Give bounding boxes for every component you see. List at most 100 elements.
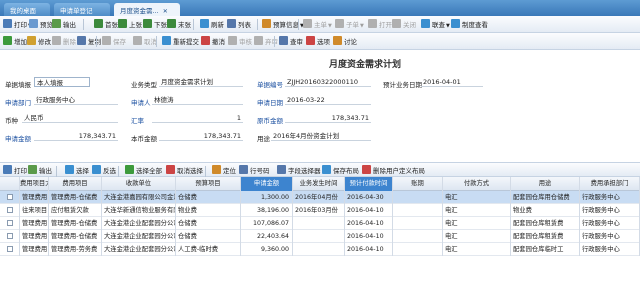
biztype-field[interactable]: 月度资金需求计划: [159, 77, 243, 87]
grid-select-all-button[interactable]: 选择全部: [125, 165, 162, 177]
toolbar-separator: [96, 36, 97, 47]
grid-export-button[interactable]: 输出: [28, 165, 52, 177]
grid-fields-button[interactable]: 字段选择器: [277, 165, 321, 177]
grid-print-button[interactable]: 打印: [3, 165, 27, 177]
column-header[interactable]: 费用承担部门: [580, 177, 640, 191]
refresh-button[interactable]: 刷新: [200, 19, 224, 31]
close-tab-icon[interactable]: ✕: [163, 8, 168, 15]
button-label: 预算信息: [273, 21, 299, 29]
unaudit-icon: [254, 36, 263, 45]
currency-field[interactable]: 人民币: [22, 113, 118, 123]
button-label: 行号码: [250, 167, 270, 175]
prev-button[interactable]: 上张: [118, 19, 142, 31]
toolbar-separator: [193, 19, 194, 30]
column-header[interactable]: 用途: [511, 177, 580, 191]
button-label: 修改: [38, 38, 51, 46]
origamt-field[interactable]: 178,343.71: [285, 113, 371, 123]
grid-rownum-button[interactable]: 行号码: [239, 165, 270, 177]
delete-button: 删除: [52, 36, 76, 48]
column-header[interactable]: 申请金额: [241, 177, 293, 191]
grid-locate-button[interactable]: 定位: [212, 165, 236, 177]
document-header-form: 月度资金需求计划 单据填报 本人填报 业务类型 月度资金需求计划 单据编号 ZJ…: [0, 51, 640, 161]
list-button[interactable]: 列表: [227, 19, 251, 31]
tab-application-register[interactable]: 申请单登记: [54, 3, 110, 16]
applicant-field[interactable]: 林德涛: [152, 95, 243, 105]
row-checkbox[interactable]: [6, 194, 13, 200]
row-checkbox[interactable]: [6, 246, 13, 252]
plandate-field[interactable]: 2016-04-01: [421, 77, 483, 87]
column-header[interactable]: 费用项目大类: [20, 177, 49, 191]
row-checkbox[interactable]: [6, 233, 13, 239]
table-row[interactable]: 管理费用 管理费用-劳务费 大连金港企业配套园分公司 人工费-临时费 9,360.00 2…: [0, 243, 640, 256]
column-header[interactable]: [0, 177, 20, 191]
column-header[interactable]: 账期: [393, 177, 443, 191]
purpose-label: 用途: [257, 135, 270, 143]
preview-button[interactable]: 预览: [29, 19, 53, 31]
table-row[interactable]: 往来项目 应付租赁欠款 大连华新通信物业服务有限 物业费 38,196.00 2016年0…: [0, 204, 640, 217]
tab-bar: 我的桌面 申请单登记 月度资金需... ✕: [0, 0, 640, 16]
grid-select-button[interactable]: 选择: [65, 165, 89, 177]
last-button[interactable]: 末张: [167, 19, 191, 31]
column-header[interactable]: 业务发生时间: [293, 177, 345, 191]
discuss-button[interactable]: 讨论: [333, 36, 357, 48]
docno-field[interactable]: ZJJH20160322000110: [285, 77, 371, 87]
main-button: 主单▼: [303, 19, 332, 31]
row-checkbox[interactable]: [6, 220, 13, 226]
modify-button[interactable]: 修改: [27, 36, 51, 48]
export-button[interactable]: 输出: [52, 19, 76, 31]
chevron-down-icon[interactable]: ▼: [328, 23, 332, 29]
tab-monthly-fund-plan[interactable]: 月度资金需... ✕: [114, 3, 180, 16]
table-cell-select[interactable]: [0, 204, 20, 217]
table-row[interactable]: 管理费用 管理费用-仓储费 大连金港企业配套园分公司 仓储费 107,086.07 201…: [0, 217, 640, 230]
withdraw-button[interactable]: 撤消: [201, 36, 225, 48]
table-cell: [393, 217, 443, 230]
table-cell-select[interactable]: [0, 217, 20, 230]
refresh-icon: [200, 19, 209, 28]
table-cell: 管理费用-仓储费: [49, 230, 102, 243]
tab-desktop[interactable]: 我的桌面: [4, 3, 50, 16]
review-button[interactable]: 查审: [279, 36, 303, 48]
table-cell-select[interactable]: [0, 230, 20, 243]
first-button[interactable]: 首张: [94, 19, 118, 31]
grid-unselect-button[interactable]: 取消选择: [166, 165, 203, 177]
toolbar-separator: [257, 19, 258, 30]
table-row[interactable]: 管理费用 管理费用-仓储费 大连金港嘉园有限公司金港 仓储费 1,300.00 2016年…: [0, 191, 640, 204]
appdate-field[interactable]: 2016-03-22: [285, 95, 371, 105]
next-button[interactable]: 下张: [143, 19, 167, 31]
dept-field[interactable]: 行政服务中心: [34, 95, 118, 105]
table-cell-select[interactable]: [0, 243, 20, 256]
grid-save-layout-button[interactable]: 保存布局: [322, 165, 359, 177]
table-cell-select[interactable]: [0, 191, 20, 204]
table-row[interactable]: 管理费用 管理费用-仓储费 大连金港企业配套园分公司 仓储费 22,403.64 2016…: [0, 230, 640, 243]
table-cell: 仓储费: [176, 191, 241, 204]
chevron-down-icon[interactable]: ▼: [360, 23, 364, 29]
detail-grid: 费用项目大类费用项目收款单位预算项目申请金额业务发生时间预计付款时间账期付款方式…: [0, 177, 640, 305]
button-label: 定位: [223, 167, 236, 175]
add-button[interactable]: 增加: [3, 36, 27, 48]
column-header[interactable]: 付款方式: [443, 177, 511, 191]
row-checkbox[interactable]: [6, 207, 13, 213]
purpose-field[interactable]: 2016年4月份资金计划: [271, 131, 371, 141]
copy-button[interactable]: 复制: [77, 36, 101, 48]
grid-invert-button[interactable]: 反选: [92, 165, 116, 177]
printer-icon: [3, 165, 12, 174]
print-button[interactable]: 打印▼: [3, 19, 32, 31]
rate-field[interactable]: 1: [152, 113, 243, 123]
button-label: 反选: [103, 167, 116, 175]
open-button: 打开: [368, 19, 392, 31]
column-header[interactable]: 预计付款时间: [345, 177, 393, 191]
column-header[interactable]: 费用项目: [49, 177, 102, 191]
button-label: 保存: [113, 38, 126, 46]
chevron-down-icon[interactable]: ▼: [446, 23, 450, 29]
resubmit-button[interactable]: 重新提交: [162, 36, 199, 48]
column-header[interactable]: 预算项目: [176, 177, 241, 191]
table-cell: 管理费用: [20, 191, 49, 204]
localamt-field[interactable]: 178,343.71: [159, 131, 243, 141]
options-button[interactable]: 选项: [306, 36, 330, 48]
grid-delete-layout-button[interactable]: 删除用户定义布局: [362, 165, 425, 177]
make-query-button[interactable]: 制度查看: [451, 19, 488, 31]
amount-field[interactable]: 178,343.71: [34, 131, 118, 141]
column-header[interactable]: 收款单位: [102, 177, 176, 191]
link-button[interactable]: 联查▼: [421, 19, 450, 31]
maker-field[interactable]: 本人填报: [34, 77, 90, 87]
